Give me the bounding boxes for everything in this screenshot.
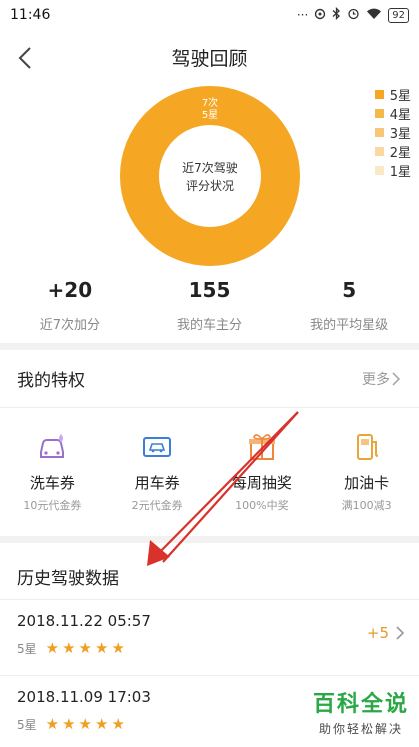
privileges-card: 我的特权 更多 洗车券 10元代金券 用车券 2元代金券 每周抽奖 100%中奖 [0, 350, 419, 536]
chevron-right-icon [396, 626, 405, 640]
fuel-icon [350, 430, 384, 464]
back-arrow-icon[interactable] [12, 43, 42, 73]
watermark-title: 百科全说 [312, 692, 409, 717]
history-title: 历史驾驶数据 [17, 569, 119, 589]
star-icon: ★ [62, 715, 76, 733]
legend-swatch [374, 166, 384, 175]
status-bar: 11:46 ··· 92 [0, 0, 419, 30]
legend-item: 3星 [374, 123, 411, 142]
legend-item: 5星 [374, 85, 411, 104]
star-rating: ★ ★ ★ ★ ★ [43, 715, 125, 733]
privilege-name: 加油卡 [344, 474, 390, 492]
gift-icon [245, 430, 279, 464]
driving-score-card: 7次 5星 近7次驾驶 评分状况 5星 4星 3星 2星 1星 +20 近7次加分 155 我… [0, 85, 419, 343]
privilege-sub: 满100减3 [341, 499, 392, 512]
legend-swatch [374, 147, 384, 156]
stars-label: 5星 [17, 717, 37, 732]
star-icon: ★ [45, 715, 60, 733]
page-title: 驾驶回顾 [171, 48, 248, 70]
rating-donut-chart: 7次5星近7次驾驶评分状况 [120, 86, 300, 266]
nav-header: 驾驶回顾 [0, 30, 419, 85]
slice-data-label: 7次 [202, 96, 218, 109]
star-rating: ★ ★ ★ ★ ★ [43, 639, 125, 657]
location-icon [314, 8, 326, 23]
status-time: 11:46 [10, 7, 51, 23]
chevron-right-icon [392, 371, 401, 386]
chart-center-label: 近7次驾驶 [182, 160, 238, 175]
privileges-list: 洗车券 10元代金券 用车券 2元代金券 每周抽奖 100%中奖 加油卡 满10… [0, 408, 419, 513]
star-icon: ★ [45, 639, 60, 657]
privilege-fuel-card[interactable]: 加油卡 满100减3 [314, 430, 419, 513]
legend-label: 5星 [389, 89, 411, 104]
more-label: 更多 [362, 371, 390, 388]
car-ticket-icon [140, 430, 174, 464]
battery-icon: 92 [388, 7, 409, 23]
star-icon: ★ [62, 639, 76, 657]
watermark-subtitle: 助你轻松解决 [318, 722, 403, 736]
privilege-weekly-draw[interactable]: 每周抽奖 100%中奖 [210, 430, 315, 513]
legend-label: 1星 [389, 165, 411, 180]
star-icon: ★ [78, 715, 92, 733]
star-icon: ★ [95, 715, 109, 733]
history-date: 2018.11.22 05:57 [17, 612, 151, 630]
slice-data-label: 5星 [202, 109, 218, 121]
car-wash-icon [35, 430, 69, 464]
stat-label: 我的车主分 [177, 318, 243, 333]
history-row[interactable]: 2018.11.22 05:57 5星 ★ ★ ★ ★ ★ +5 [0, 599, 419, 675]
star-icon: ★ [95, 639, 109, 657]
score-value: +5 [366, 624, 389, 642]
chart-center-label: 评分状况 [186, 179, 234, 193]
stat-average-stars: 5 我的平均星级 [279, 278, 419, 333]
stat-value: 155 [188, 278, 231, 302]
privilege-sub: 10元代金券 [23, 499, 82, 512]
legend-item: 4星 [374, 104, 411, 123]
stat-label: 我的平均星级 [310, 318, 389, 333]
legend-label: 2星 [389, 146, 411, 161]
stat-value: +20 [47, 278, 93, 302]
privilege-name: 洗车券 [29, 474, 75, 492]
stat-recent-points: +20 近7次加分 [0, 278, 140, 333]
donut-slice-1 [120, 86, 300, 266]
legend-item: 2星 [374, 142, 411, 161]
star-icon: ★ [111, 715, 125, 733]
privilege-sub: 2元代金券 [131, 499, 183, 512]
legend-swatch [374, 109, 384, 118]
alarm-icon [347, 7, 360, 23]
more-dots-icon: ··· [296, 8, 309, 22]
star-icon: ★ [78, 639, 92, 657]
privilege-sub: 100%中奖 [235, 499, 289, 512]
history-score: +5 [367, 624, 405, 642]
privilege-name: 每周抽奖 [231, 474, 292, 492]
privilege-car-ticket[interactable]: 用车券 2元代金券 [105, 430, 210, 513]
bluetooth-icon [332, 6, 341, 23]
legend-swatch [374, 90, 384, 99]
privileges-title: 我的特权 [17, 371, 85, 391]
legend-item: 1星 [374, 161, 411, 180]
chart-legend: 5星 4星 3星 2星 1星 [374, 85, 411, 180]
watermark-logo: 百科全说 助你轻松解决 [313, 686, 409, 737]
privilege-name: 用车券 [134, 474, 180, 492]
privilege-car-wash[interactable]: 洗车券 10元代金券 [0, 430, 105, 513]
privileges-header: 我的特权 更多 [0, 350, 419, 408]
stars-label: 5星 [17, 641, 37, 656]
status-icons: ··· 92 [296, 6, 409, 23]
stats-row: +20 近7次加分 155 我的车主分 5 我的平均星级 [0, 278, 419, 333]
more-link[interactable]: 更多 [362, 369, 402, 389]
legend-swatch [374, 128, 384, 137]
wifi-icon [366, 8, 382, 23]
stat-label: 近7次加分 [39, 318, 100, 333]
legend-label: 3星 [389, 127, 411, 142]
stat-owner-score: 155 我的车主分 [140, 278, 280, 333]
legend-label: 4星 [389, 108, 411, 123]
history-rating: 5星 ★ ★ ★ ★ ★ [17, 639, 402, 657]
star-icon: ★ [111, 639, 125, 657]
stat-value: 5 [342, 278, 357, 302]
